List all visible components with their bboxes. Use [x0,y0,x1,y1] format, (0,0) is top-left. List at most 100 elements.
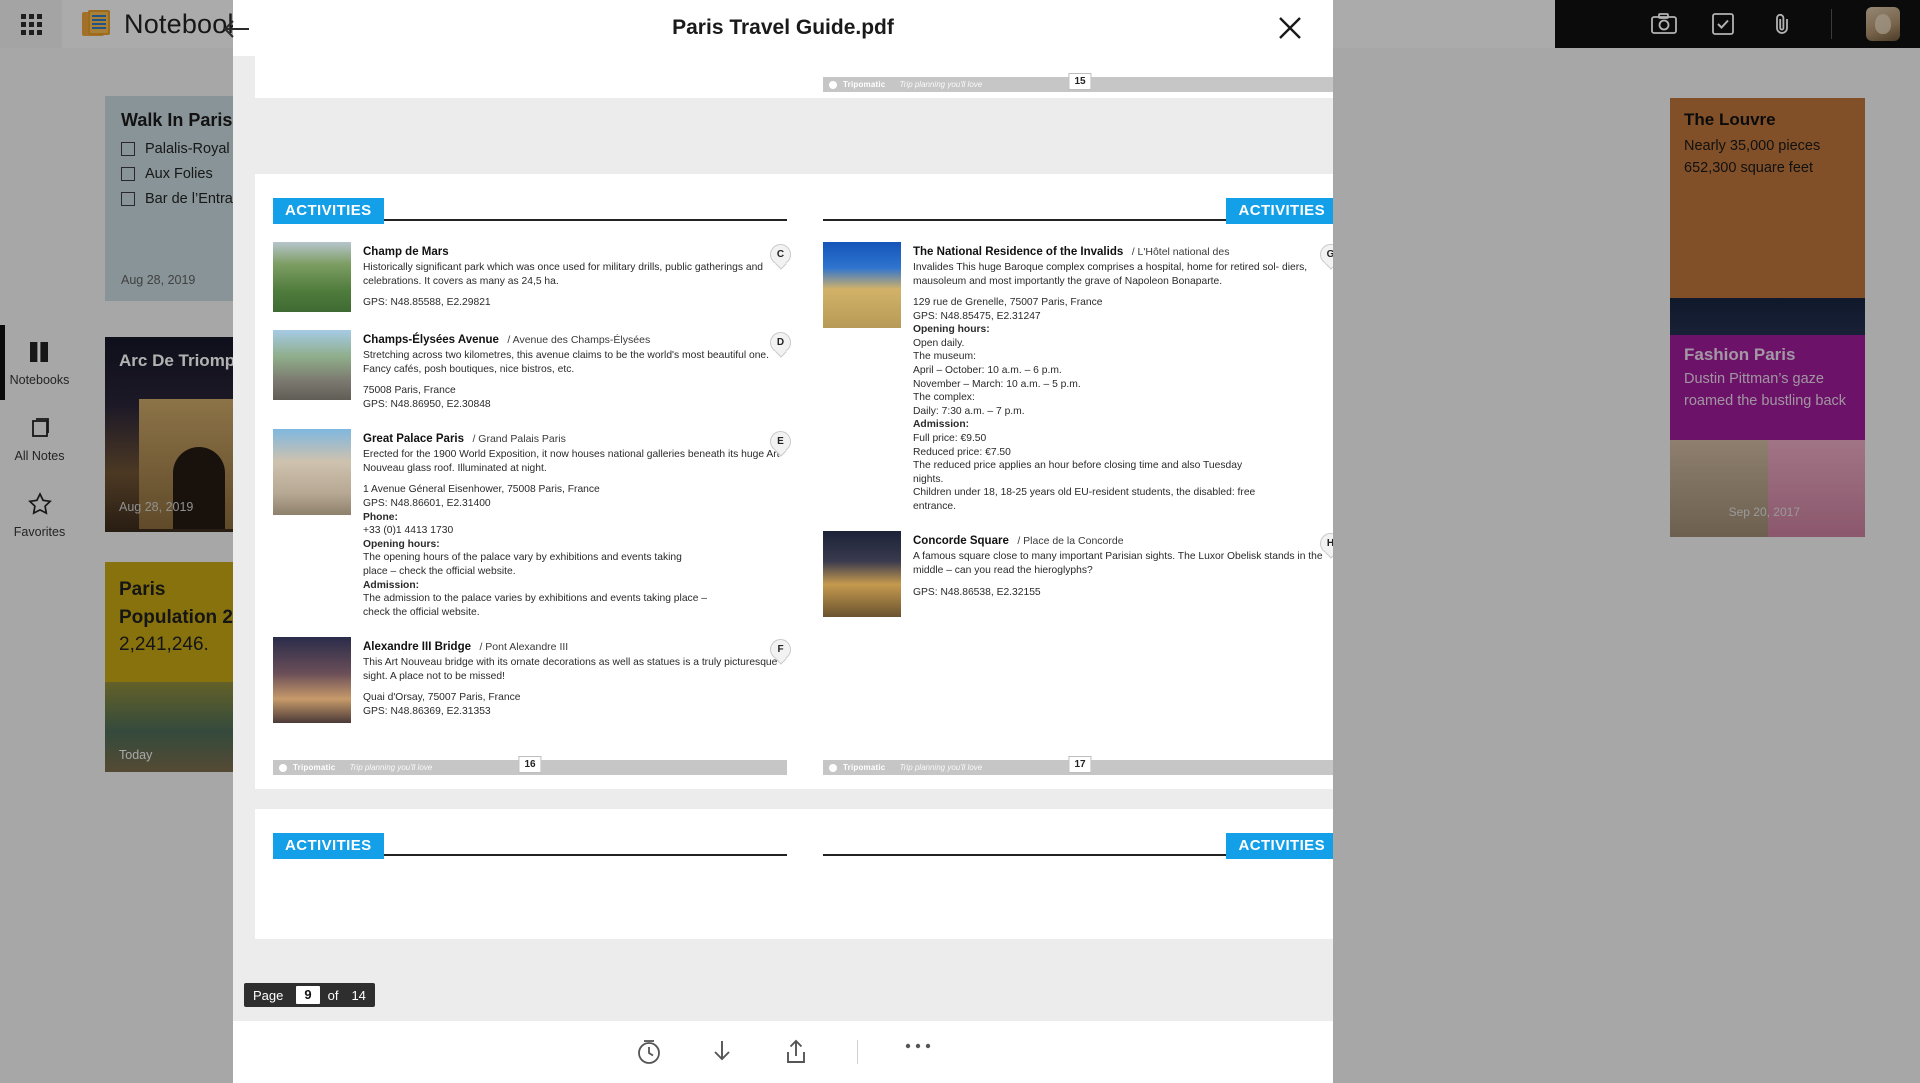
pdf-page-number: 16 [518,756,542,773]
pdf-page-partial-top: Tripomatic Trip planning you'll love 15 [255,56,1333,98]
activity-title: Champs-Élysées Avenue [363,334,499,346]
pdf-page-number: 15 [1068,73,1092,90]
section-header: ACTIVITIES [823,833,1333,859]
section-rule [383,854,787,856]
footer-tagline: Trip planning you'll love [899,763,983,772]
close-button[interactable] [1273,11,1307,45]
activity-subtitle: / L'Hôtel national des [1131,246,1230,258]
section-rule [823,854,1227,856]
activity-description: Invalides This huge Baroque complex comp… [913,262,1308,287]
activity-hours-line: November – March: 10 a.m. – 5 p.m. [913,378,1081,390]
pdf-page-scroll-area[interactable]: Tripomatic Trip planning you'll love 15 … [233,56,1333,1021]
activity-gps: GPS: N48.86538, E2.32155 [913,586,1041,598]
activity-entry[interactable]: Great Palace Paris / Grand Palais Paris … [273,429,791,619]
pdf-file-title: Paris Travel Guide.pdf [672,16,894,39]
activity-entry[interactable]: The National Residence of the Invalids /… [823,242,1333,513]
section-badge: ACTIVITIES [273,833,384,859]
activity-title: Great Palace Paris [363,433,465,446]
activity-admission-line: The admission to the palace varies by ex… [363,593,708,605]
activity-gps: GPS: N48.86369, E2.31353 [363,705,491,717]
activity-admission-label: Admission: [913,419,970,431]
pdf-column-left [255,56,805,98]
pdf-page-footer: Tripomatic Trip planning you'll love 17 [823,756,1333,775]
activity-hours-line: The museum: [913,351,976,363]
activity-hours-line: The opening hours of the palace vary by … [363,552,682,564]
download-icon[interactable] [709,1038,737,1066]
activity-description: This Art Nouveau bridge with its ornate … [363,657,778,682]
activity-title: Champ de Mars [363,246,449,258]
activity-subtitle: / Avenue des Champs-Élysées [507,334,651,346]
activity-admission-line: Reduced price: €7.50 [913,446,1011,458]
activity-admission-line: entrance. [913,500,956,512]
activity-hours-line: place – check the official website. [363,565,516,577]
pdf-viewer-modal: Paris Travel Guide.pdf Tripomatic Trip p… [223,0,1333,1083]
activity-thumbnail [273,242,351,312]
pdf-viewer-footer-toolbar [233,1021,1333,1083]
pdf-column-right: ACTIVITIES The National Residence of the… [805,174,1333,789]
close-icon [1279,17,1301,39]
activity-thumbnail [273,637,351,724]
pdf-page-number: 17 [1068,756,1092,773]
activity-gps: GPS: N48.85588, E2.29821 [363,297,491,309]
activity-title: The National Residence of the Invalids [913,246,1124,258]
activity-subtitle: / Pont Alexandre III [479,641,569,654]
pdf-page-partial-bottom: ACTIVITIES ACTIVITIES [255,809,1333,939]
activity-thumbnail [273,330,351,400]
activity-thumbnail [823,531,901,618]
activity-thumbnail [273,429,351,516]
activity-admission-line: check the official website. [363,606,480,618]
footer-brand: Tripomatic [843,80,886,89]
tripomatic-logo-icon [279,763,287,772]
activity-address: Quai d'Orsay, 75007 Paris, France [363,692,521,704]
section-rule [823,219,1227,221]
activity-gps: GPS: N48.86950, E2.30848 [363,398,491,410]
activity-entry[interactable]: Champ de Mars Historically significant p… [273,242,791,312]
page-indicator-label: Page [253,987,284,1003]
activity-admission-label: Admission: [363,579,420,591]
pdf-column-left: ACTIVITIES [255,809,805,939]
activity-description: Historically significant park which was … [363,262,764,287]
history-clock-icon[interactable] [635,1038,663,1066]
activity-address: 1 Avenue Géneral Eisenhower, 75008 Paris… [363,484,600,496]
activity-phone: +33 (0)1 4413 1730 [363,525,454,537]
page-indicator-total: 14 [351,987,366,1003]
activity-description: Erected for the 1900 World Exposition, i… [363,449,780,474]
activity-subtitle: / Place de la Concorde [1017,535,1124,548]
activity-entry[interactable]: Alexandre III Bridge / Pont Alexandre II… [273,637,791,724]
back-button[interactable] [215,12,257,46]
activity-entry[interactable]: Concorde Square / Place de la Concorde A… [823,531,1333,618]
map-pin-marker: F [770,639,791,661]
tripomatic-logo-icon [829,80,837,89]
activity-entry[interactable]: Champs-Élysées Avenue / Avenue des Champ… [273,330,791,411]
activity-phone-label: Phone: [363,511,398,523]
footer-divider [856,1040,858,1064]
section-badge: ACTIVITIES [1226,833,1333,859]
activity-hours-line: Open daily. [913,337,965,349]
map-pin-marker: E [770,431,791,453]
activity-admission-line: Children under 18, 18-25 years old EU-re… [913,487,1256,499]
share-icon[interactable] [783,1038,811,1066]
activity-title: Alexandre III Bridge [363,641,472,654]
activity-admission-line: The reduced price applies an hour before… [913,460,1243,472]
map-pin-marker: C [770,244,791,265]
activity-hours-label: Opening hours: [363,538,440,550]
activity-gps: GPS: N48.85475, E2.31247 [913,310,1041,322]
map-pin-marker: D [770,332,791,353]
pdf-viewer-header: Paris Travel Guide.pdf [223,0,1333,56]
section-badge: ACTIVITIES [273,198,384,224]
page-indicator[interactable]: Page 9 of 14 [244,983,375,1007]
section-rule [383,219,787,221]
activity-address: 129 rue de Grenelle, 75007 Paris, France [913,297,1103,309]
section-badge: ACTIVITIES [1226,198,1333,224]
page-indicator-of: of [327,987,339,1003]
page-indicator-current[interactable]: 9 [296,986,320,1004]
section-header: ACTIVITIES [823,198,1333,224]
activity-hours-line: Daily: 7:30 a.m. – 7 p.m. [913,405,1025,417]
activity-admission-line: nights. [913,473,944,485]
pdf-page-footer: Tripomatic Trip planning you'll love 15 [823,73,1333,92]
activity-hours-line: April – October: 10 a.m. – 6 p.m. [913,365,1062,377]
section-header: ACTIVITIES [273,833,787,859]
more-options-icon[interactable] [904,1038,932,1066]
pdf-page-current: ACTIVITIES Champ de Mars Historically si… [255,174,1333,789]
footer-brand: Tripomatic [293,763,336,772]
